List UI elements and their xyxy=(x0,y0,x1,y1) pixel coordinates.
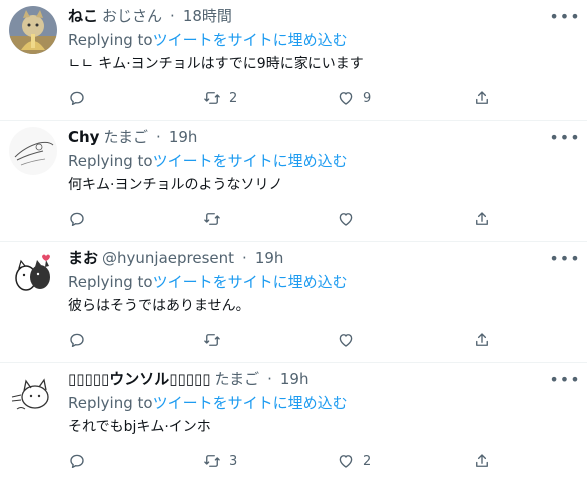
user-handle[interactable]: たまご xyxy=(103,127,148,147)
heart-icon xyxy=(339,455,353,468)
like-button[interactable]: 9 xyxy=(337,88,371,108)
tweet-header: ねこ おじさん · 18時間 xyxy=(68,6,232,26)
retweet-icon xyxy=(204,455,220,467)
tweet-header: Chy たまご · 19h xyxy=(68,127,197,147)
like-button[interactable] xyxy=(337,330,363,350)
tweet-text: ㄴㄴ キム·ヨンチョルはすでに9時に家にいます xyxy=(68,56,364,72)
timestamp[interactable]: 19h xyxy=(169,127,198,147)
tweet-actions: 3 2 xyxy=(0,451,587,471)
separator: · xyxy=(156,128,161,146)
retweet-icon xyxy=(204,334,220,346)
separator: · xyxy=(267,370,272,388)
display-name[interactable]: ▯▯▯▯▯ウンソル▯▯▯▯▯ xyxy=(68,369,211,389)
user-handle[interactable]: おじさん xyxy=(102,6,162,26)
share-button[interactable] xyxy=(473,209,491,229)
reply-button[interactable] xyxy=(68,451,94,471)
share-button[interactable] xyxy=(473,88,491,108)
retweet-count: 3 xyxy=(229,453,238,469)
replying-prefix: Replying to xyxy=(68,31,153,49)
replying-to: Replying toツイートをサイトに埋め込む xyxy=(68,393,348,413)
display-name[interactable]: Chy xyxy=(68,127,99,147)
tweet-actions: 2 9 xyxy=(0,88,587,108)
reply-icon xyxy=(70,333,84,348)
avatar[interactable] xyxy=(9,6,57,54)
more-options-icon[interactable]: ••• xyxy=(549,249,579,268)
tweet[interactable]: ▯▯▯▯▯ウンソル▯▯▯▯▯ たまご · 19h ••• Replying to… xyxy=(0,363,587,483)
more-options-icon[interactable]: ••• xyxy=(549,128,579,147)
more-options-icon[interactable]: ••• xyxy=(549,7,579,26)
share-icon xyxy=(476,333,488,346)
tweet[interactable]: Chy たまご · 19h ••• Replying toツイートをサイトに埋め… xyxy=(0,121,587,242)
heart-icon xyxy=(339,334,353,347)
timestamp[interactable]: 19h xyxy=(280,369,309,389)
tweet-text: 何キム·ヨンチョルのようなソリノ xyxy=(68,177,283,193)
replying-target-link[interactable]: ツイートをサイトに埋め込む xyxy=(153,31,348,49)
tweet-text: 彼らはそうではありません。 xyxy=(68,298,250,314)
heart-icon xyxy=(339,92,353,105)
reply-feed: ねこ おじさん · 18時間 ••• Replying toツイートをサイトに埋… xyxy=(0,0,587,483)
replying-to: Replying toツイートをサイトに埋め込む xyxy=(68,272,348,292)
share-button[interactable] xyxy=(473,330,491,350)
share-icon xyxy=(476,454,488,467)
share-button[interactable] xyxy=(473,451,491,471)
replying-target-link[interactable]: ツイートをサイトに埋め込む xyxy=(153,394,348,412)
tweet-text: それでもbjキム·インホ xyxy=(68,419,211,435)
tweet[interactable]: ねこ おじさん · 18時間 ••• Replying toツイートをサイトに埋… xyxy=(0,0,587,121)
replying-prefix: Replying to xyxy=(68,394,153,412)
cats-hug-avatar-icon xyxy=(9,248,57,296)
display-name[interactable]: ねこ xyxy=(68,6,98,26)
user-handle[interactable]: たまご xyxy=(215,369,260,389)
like-button[interactable]: 2 xyxy=(337,451,371,471)
tweet[interactable]: まお @hyunjaepresent · 19h ••• Replying to… xyxy=(0,242,587,363)
share-icon xyxy=(476,212,488,225)
avatar[interactable] xyxy=(9,248,57,296)
tweet-header: まお @hyunjaepresent · 19h xyxy=(68,248,283,268)
retweet-icon xyxy=(204,213,220,225)
timestamp[interactable]: 18時間 xyxy=(183,6,232,26)
sketch-avatar-icon xyxy=(9,127,57,175)
retweet-count: 2 xyxy=(229,90,238,106)
reply-icon xyxy=(70,212,84,227)
display-name[interactable]: まお xyxy=(68,248,98,268)
replying-prefix: Replying to xyxy=(68,273,153,291)
retweet-button[interactable]: 2 xyxy=(203,88,237,108)
avatar[interactable] xyxy=(9,127,57,175)
reply-button[interactable] xyxy=(68,209,94,229)
separator: · xyxy=(242,249,247,267)
retweet-button[interactable] xyxy=(203,330,229,350)
retweet-button[interactable] xyxy=(203,209,229,229)
like-count: 9 xyxy=(363,90,372,106)
reply-icon xyxy=(70,454,84,469)
avatar[interactable] xyxy=(9,369,57,417)
replying-to: Replying toツイートをサイトに埋め込む xyxy=(68,30,348,50)
replying-target-link[interactable]: ツイートをサイトに埋め込む xyxy=(153,273,348,291)
replying-target-link[interactable]: ツイートをサイトに埋め込む xyxy=(153,152,348,170)
tweet-actions xyxy=(0,209,587,229)
reply-button[interactable] xyxy=(68,330,94,350)
retweet-button[interactable]: 3 xyxy=(203,451,237,471)
retweet-icon xyxy=(204,92,220,104)
cat-warrior-avatar-icon xyxy=(9,6,57,54)
share-icon xyxy=(476,91,488,104)
reply-icon xyxy=(70,91,84,106)
replying-to: Replying toツイートをサイトに埋め込む xyxy=(68,151,348,171)
more-options-icon[interactable]: ••• xyxy=(549,370,579,389)
like-button[interactable] xyxy=(337,209,363,229)
tweet-header: ▯▯▯▯▯ウンソル▯▯▯▯▯ たまご · 19h xyxy=(68,369,308,389)
tweet-actions xyxy=(0,330,587,350)
heart-icon xyxy=(339,213,353,226)
reply-button[interactable] xyxy=(68,88,94,108)
timestamp[interactable]: 19h xyxy=(255,248,284,268)
like-count: 2 xyxy=(363,453,372,469)
user-handle[interactable]: @hyunjaepresent xyxy=(102,248,234,268)
doodle-cat-avatar-icon xyxy=(9,369,57,417)
separator: · xyxy=(170,7,175,25)
replying-prefix: Replying to xyxy=(68,152,153,170)
